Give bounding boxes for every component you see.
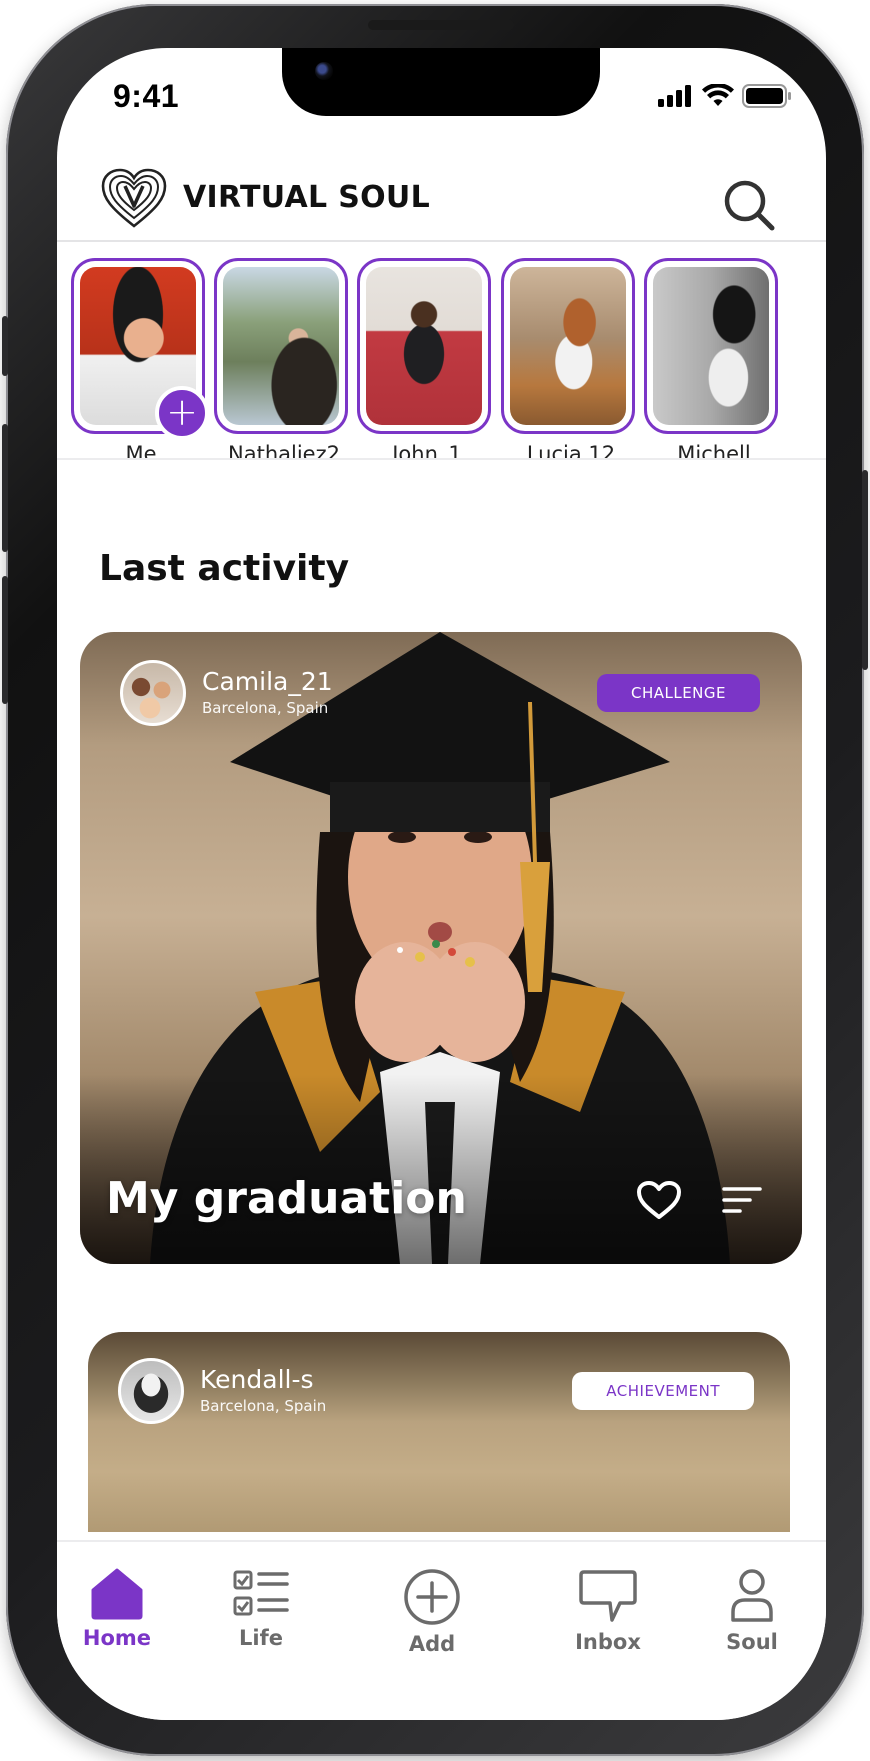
heart-icon[interactable] xyxy=(636,1180,682,1220)
plus-circle-icon xyxy=(404,1569,460,1625)
search-button[interactable] xyxy=(722,178,776,232)
post-author[interactable]: Kendall-s Barcelona, Spain xyxy=(118,1358,326,1424)
add-story-button[interactable]: + xyxy=(155,386,209,440)
phone-frame: 9:41 VIRTUAL SOUL + Me Nathaliez2 John_1… xyxy=(2,4,868,1756)
story-ring xyxy=(644,258,778,434)
post-tag-badge[interactable]: ACHIEVEMENT xyxy=(572,1372,754,1410)
avatar xyxy=(120,660,186,726)
menu-lines-icon[interactable] xyxy=(722,1185,762,1215)
battery-icon xyxy=(742,84,791,108)
story-item[interactable]: Nathaliez2 xyxy=(214,258,354,460)
story-item[interactable]: John_1 xyxy=(357,258,497,460)
card-gradient xyxy=(80,1074,802,1264)
story-photo xyxy=(366,267,482,425)
post-actions xyxy=(636,1180,762,1220)
post-author-name: Kendall-s xyxy=(200,1365,314,1394)
story-name: Michell xyxy=(677,442,751,460)
notch xyxy=(282,48,600,116)
post-title: My graduation xyxy=(106,1173,467,1224)
story-name: John_1 xyxy=(392,442,462,460)
status-icons xyxy=(658,84,792,108)
volume-down-button xyxy=(2,576,8,704)
earpiece xyxy=(368,20,514,30)
wifi-icon xyxy=(702,84,734,106)
app-title: VIRTUAL SOUL xyxy=(183,180,430,215)
story-item[interactable]: Lucia.12 xyxy=(501,258,641,460)
story-name: Me xyxy=(125,442,157,460)
story-ring xyxy=(214,258,348,434)
story-name: Lucia.12 xyxy=(526,442,616,460)
post-location: Barcelona, Spain xyxy=(202,699,329,717)
post-author-name: Camila_21 xyxy=(202,667,333,696)
nav-label: Inbox xyxy=(575,1630,641,1654)
front-camera xyxy=(315,62,333,80)
post-card[interactable]: Kendall-s Barcelona, Spain ACHIEVEMENT xyxy=(88,1332,790,1532)
chat-bubble-icon xyxy=(579,1570,637,1622)
nav-inbox[interactable]: Inbox xyxy=(548,1568,668,1654)
post-tag-badge[interactable]: CHALLENGE xyxy=(596,674,760,712)
bottom-navigation: Home Life Add Inbox Soul xyxy=(57,1540,826,1720)
nav-add[interactable]: Add xyxy=(372,1568,492,1656)
power-button xyxy=(862,470,868,670)
story-ring xyxy=(357,258,491,434)
story-photo xyxy=(223,267,339,425)
search-icon xyxy=(724,180,775,231)
app-header: VIRTUAL SOUL xyxy=(57,138,826,242)
heart-logo-icon xyxy=(101,168,167,234)
story-photo xyxy=(653,267,769,425)
checklist-icon xyxy=(233,1570,289,1616)
stories-row: + Me Nathaliez2 John_1 Lucia.12 Michell xyxy=(57,242,826,460)
story-item[interactable]: Michell xyxy=(644,258,784,460)
nav-soul[interactable]: Soul xyxy=(692,1568,812,1654)
mute-switch xyxy=(2,316,8,376)
post-card[interactable]: Camila_21 Barcelona, Spain CHALLENGE My … xyxy=(80,632,802,1264)
home-icon xyxy=(91,1568,143,1620)
volume-up-button xyxy=(2,424,8,552)
story-me[interactable]: + Me xyxy=(71,258,211,460)
story-photo xyxy=(510,267,626,425)
nav-label: Home xyxy=(82,1626,152,1650)
screen: 9:41 VIRTUAL SOUL + Me Nathaliez2 John_1… xyxy=(57,48,826,1720)
nav-home[interactable]: Home xyxy=(57,1568,177,1650)
avatar xyxy=(118,1358,184,1424)
nav-label: Life xyxy=(239,1626,283,1650)
story-ring xyxy=(501,258,635,434)
nav-label: Soul xyxy=(726,1630,778,1654)
cellular-signal-icon xyxy=(658,85,691,107)
section-title: Last activity xyxy=(99,548,350,589)
user-icon xyxy=(731,1569,773,1622)
story-name: Nathaliez2 xyxy=(228,442,340,460)
nav-label: Add xyxy=(408,1632,456,1656)
post-author[interactable]: Camila_21 Barcelona, Spain xyxy=(120,660,333,726)
nav-life[interactable]: Life xyxy=(201,1568,321,1650)
status-time: 9:41 xyxy=(113,78,180,114)
post-location: Barcelona, Spain xyxy=(200,1397,327,1415)
